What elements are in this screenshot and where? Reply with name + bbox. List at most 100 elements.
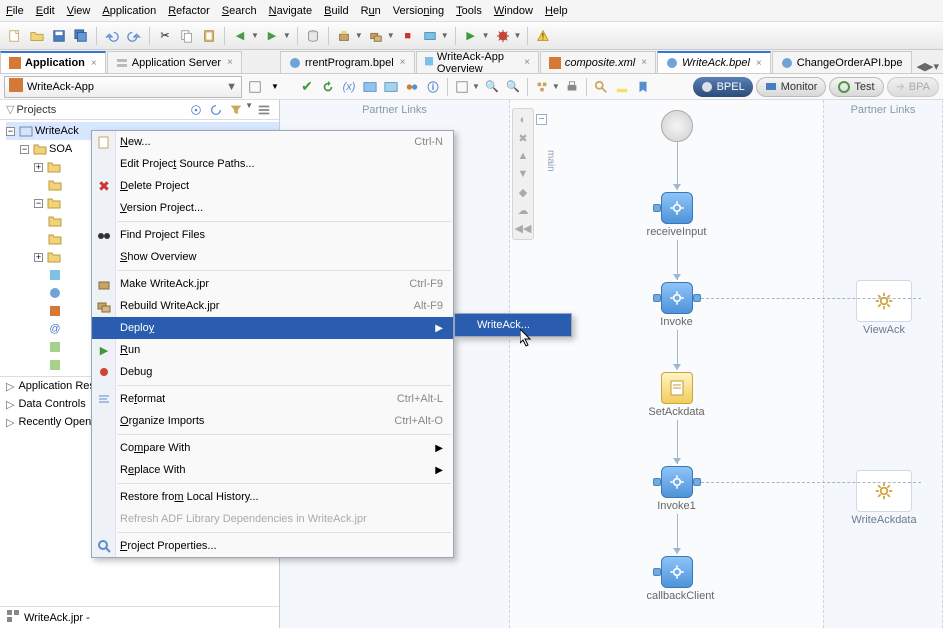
bpa-mode-button[interactable]: ➜BPA	[887, 77, 939, 97]
menu-run[interactable]: Run	[361, 5, 381, 17]
close-icon[interactable]: ×	[524, 57, 530, 68]
tab-overflow-icon[interactable]: ◀▶▾	[913, 60, 943, 73]
ctx-make[interactable]: Make WriteAck.jprCtrl-F9	[92, 273, 453, 295]
menu-help[interactable]: Help	[545, 5, 568, 17]
ctx-show-overview[interactable]: Show Overview	[92, 246, 453, 268]
ctx-project-properties[interactable]: Project Properties...	[92, 535, 453, 557]
tab-writeack-bpel[interactable]: WriteAck.bpel ×	[657, 51, 771, 73]
make-icon[interactable]	[335, 27, 353, 45]
layout-icon[interactable]	[533, 78, 551, 96]
close-icon[interactable]: ×	[400, 57, 406, 68]
locate-icon[interactable]	[187, 101, 205, 119]
menu-search[interactable]: Search	[222, 5, 257, 17]
save-all-icon[interactable]	[72, 27, 90, 45]
filter-icon[interactable]	[246, 78, 264, 96]
ctx-compare-with[interactable]: Compare With▶	[92, 437, 453, 459]
palette-item[interactable]: ✖	[515, 130, 531, 146]
new-icon[interactable]	[6, 27, 24, 45]
close-icon[interactable]: ×	[91, 58, 97, 69]
variable-icon[interactable]: (x)	[340, 78, 358, 96]
start-node[interactable]	[647, 110, 707, 142]
refresh-icon[interactable]	[319, 78, 337, 96]
menu-refactor[interactable]: Refactor	[168, 5, 210, 17]
test-mode-button[interactable]: Test	[829, 77, 883, 97]
info-icon[interactable]: ⓘ	[424, 78, 442, 96]
ctx-delete-project[interactable]: ✖ Delete Project	[92, 175, 453, 197]
correlate-icon[interactable]	[403, 78, 421, 96]
ctx-debug[interactable]: Debug	[92, 361, 453, 383]
ctx-edit-source-paths[interactable]: Edit Project Source Paths...	[92, 153, 453, 175]
receive-input-node[interactable]: receiveInput	[647, 192, 707, 238]
save-icon[interactable]	[50, 27, 68, 45]
close-icon[interactable]: ×	[756, 58, 762, 69]
menu-window[interactable]: Window	[494, 5, 533, 17]
config-icon[interactable]	[421, 27, 439, 45]
ctx-restore-history[interactable]: Restore from Local History...	[92, 486, 453, 508]
submenu-writeack[interactable]: WriteAck...	[455, 314, 571, 336]
ctx-organize-imports[interactable]: Organize ImportsCtrl+Alt-O	[92, 410, 453, 432]
warn-icon[interactable]: !	[534, 27, 552, 45]
xq-icon[interactable]	[361, 78, 379, 96]
tab-writeack-overview[interactable]: WriteAck-App Overview ×	[416, 51, 539, 73]
xsl-icon[interactable]	[382, 78, 400, 96]
menu-edit[interactable]: Edit	[36, 5, 55, 17]
forward-icon[interactable]: ▶	[263, 27, 281, 45]
menu-application[interactable]: Application	[102, 5, 156, 17]
zoom-in-icon[interactable]: 🔍	[483, 78, 501, 96]
menu-view[interactable]: View	[67, 5, 91, 17]
menu-tools[interactable]: Tools	[456, 5, 482, 17]
filter-icon[interactable]	[227, 101, 245, 119]
tab-app-server[interactable]: Application Server ×	[107, 51, 242, 73]
invoke-node[interactable]: Invoke	[647, 282, 707, 328]
tab-changeorder[interactable]: ChangeOrderAPI.bpe	[772, 51, 912, 73]
expand-icon[interactable]: ▽	[6, 103, 14, 116]
refresh-icon[interactable]	[207, 101, 225, 119]
callback-node[interactable]: callbackClient	[647, 556, 707, 602]
ctx-rebuild[interactable]: Rebuild WriteAck.jprAlt-F9	[92, 295, 453, 317]
zoom-out-icon[interactable]: 🔍	[504, 78, 522, 96]
menu-versioning[interactable]: Versioning	[393, 5, 444, 17]
bpel-mode-button[interactable]: BPEL	[693, 77, 753, 97]
find-icon[interactable]	[592, 78, 610, 96]
ctx-new[interactable]: New...Ctrl-N	[92, 131, 453, 153]
palette-item[interactable]: ▼	[515, 166, 531, 182]
palette-item[interactable]: ◀◀	[515, 220, 531, 236]
app-combo[interactable]: WriteAck-App ▼	[4, 76, 242, 98]
zoom-fit-icon[interactable]	[453, 78, 471, 96]
collapse-icon[interactable]	[255, 101, 273, 119]
validate-icon[interactable]: ✔	[298, 78, 316, 96]
setackdata-node[interactable]: SetAckdata	[647, 372, 707, 418]
open-icon[interactable]	[28, 27, 46, 45]
menu-file[interactable]: File	[6, 5, 24, 17]
highlight-icon[interactable]	[613, 78, 631, 96]
palette-item[interactable]: ◐	[515, 112, 531, 128]
palette-item[interactable]: ☁	[515, 202, 531, 218]
ctx-deploy[interactable]: Deploy▶	[92, 317, 453, 339]
menu-navigate[interactable]: Navigate	[269, 5, 312, 17]
dropdown-icon[interactable]: ▼	[266, 78, 284, 96]
close-icon[interactable]: ×	[227, 57, 233, 68]
undo-icon[interactable]	[103, 27, 121, 45]
close-icon[interactable]: ×	[641, 57, 647, 68]
palette-item[interactable]: ◆	[515, 184, 531, 200]
paste-icon[interactable]	[200, 27, 218, 45]
ctx-run[interactable]: ▶ Run	[92, 339, 453, 361]
sql-icon[interactable]	[304, 27, 322, 45]
ctx-version-project[interactable]: Version Project...	[92, 197, 453, 219]
partner-writeackdata[interactable]: WriteAckdata	[839, 470, 929, 526]
terminate-icon[interactable]: ■	[399, 27, 417, 45]
tab-composite-xml[interactable]: composite.xml ×	[540, 51, 656, 73]
debug-icon[interactable]	[494, 27, 512, 45]
rebuild-icon[interactable]	[367, 27, 385, 45]
partner-viewack[interactable]: ViewAck	[839, 280, 929, 336]
run-icon[interactable]: ▶	[462, 27, 480, 45]
cut-icon[interactable]: ✂	[156, 27, 174, 45]
bookmark-icon[interactable]	[634, 78, 652, 96]
redo-icon[interactable]	[125, 27, 143, 45]
tab-application[interactable]: Application ×	[0, 51, 106, 73]
back-icon[interactable]: ◀	[231, 27, 249, 45]
print-icon[interactable]	[563, 78, 581, 96]
copy-icon[interactable]	[178, 27, 196, 45]
tab-current-program[interactable]: rrentProgram.bpel ×	[280, 51, 415, 73]
invoke1-node[interactable]: Invoke1	[647, 466, 707, 512]
